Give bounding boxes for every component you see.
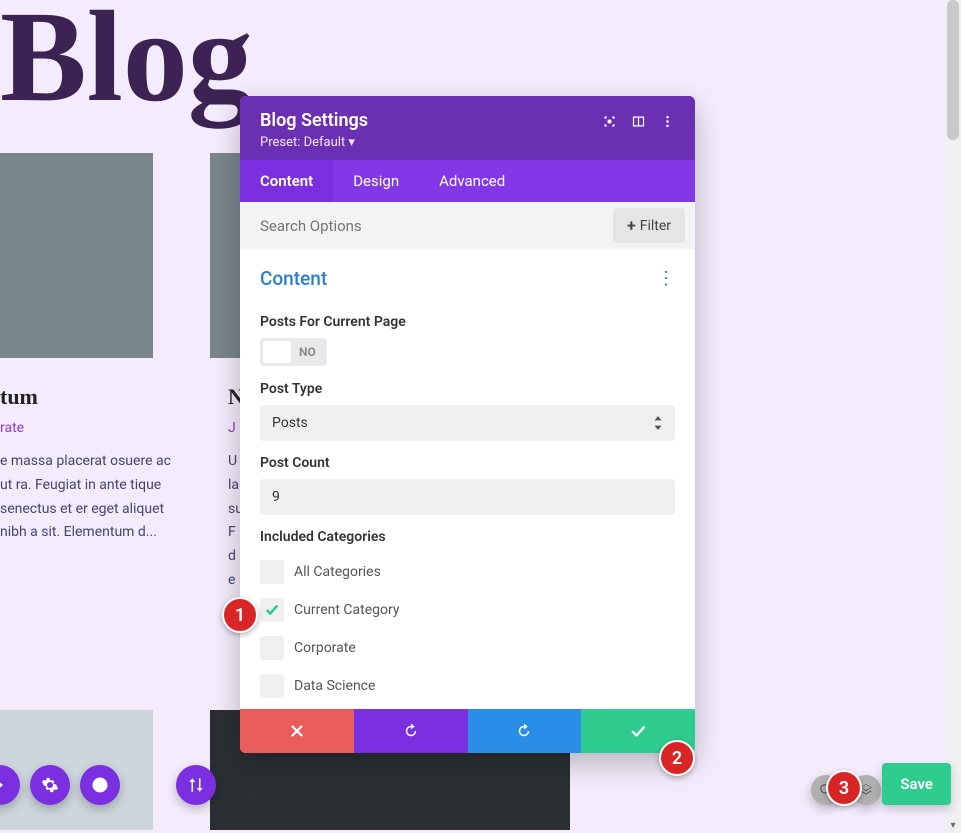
category-item[interactable]: Data Science	[260, 667, 675, 705]
checkbox[interactable]	[260, 560, 284, 584]
callout-1: 1	[222, 597, 258, 633]
more-icon[interactable]	[660, 114, 675, 129]
toggle-state: NO	[291, 345, 324, 359]
builder-sort-control	[176, 765, 216, 805]
checkbox-checked[interactable]	[260, 598, 284, 622]
plus-icon: +	[627, 216, 636, 235]
search-bar: + Filter	[240, 202, 695, 249]
toggle-posts-current-page[interactable]: NO	[260, 338, 327, 366]
post-card: tum rate e massa placerat osuere ac ut r…	[0, 384, 180, 545]
post-meta: rate	[0, 420, 180, 436]
filter-label: Filter	[640, 218, 671, 234]
callout-3: 3	[826, 770, 862, 806]
category-label: Corporate	[294, 640, 356, 656]
category-label: All Categories	[294, 564, 381, 580]
tab-advanced[interactable]: Advanced	[419, 160, 525, 202]
post-image	[210, 153, 240, 358]
input-value: 9	[272, 489, 280, 505]
select-value: Posts	[272, 415, 308, 431]
category-label: Data Science	[294, 678, 375, 694]
checkbox[interactable]	[260, 674, 284, 698]
settings-tabs: Content Design Advanced	[240, 160, 695, 202]
scroll-down-arrow[interactable]: ▾	[945, 817, 961, 833]
category-item[interactable]: Current Category	[260, 591, 675, 629]
panel-title: Blog Settings	[260, 110, 602, 131]
updown-icon	[653, 416, 663, 430]
category-label: Current Category	[294, 602, 399, 618]
section-menu-icon[interactable]: ⋮	[657, 268, 675, 289]
panel-actions	[240, 709, 695, 753]
category-item[interactable]: Education	[260, 705, 675, 709]
checkbox[interactable]	[260, 636, 284, 660]
category-item[interactable]: All Categories	[260, 553, 675, 591]
history-button[interactable]	[80, 765, 120, 805]
category-item[interactable]: Corporate	[260, 629, 675, 667]
filter-button[interactable]: + Filter	[613, 208, 685, 243]
input-post-count[interactable]: 9	[260, 479, 675, 515]
scroll-thumb[interactable]	[947, 0, 959, 140]
arrow-button[interactable]	[0, 765, 20, 805]
search-input[interactable]	[240, 203, 613, 249]
select-post-type[interactable]: Posts	[260, 405, 675, 441]
settings-button[interactable]	[30, 765, 70, 805]
post-image	[0, 153, 153, 358]
panel-header[interactable]: Blog Settings Preset: Default ▾	[240, 96, 695, 160]
field-label: Posts For Current Page	[260, 314, 675, 330]
field-label: Included Categories	[260, 529, 675, 545]
cancel-button[interactable]	[240, 709, 354, 753]
save-button[interactable]: Save	[882, 763, 951, 805]
page-scrollbar[interactable]: ▾	[945, 0, 961, 833]
page-title: Blog	[0, 0, 253, 132]
toggle-knob	[263, 341, 291, 363]
redo-button[interactable]	[468, 709, 582, 753]
settings-body: Content ⋮ Posts For Current Page NO Post…	[240, 249, 695, 709]
section-heading: Content	[260, 267, 327, 290]
post-excerpt: e massa placerat osuere ac ut ra. Feugia…	[0, 450, 180, 545]
field-label: Post Type	[260, 381, 675, 397]
field-label: Post Count	[260, 455, 675, 471]
blog-settings-panel: Blog Settings Preset: Default ▾ Content …	[240, 96, 695, 753]
undo-button[interactable]	[354, 709, 468, 753]
preset-selector[interactable]: Preset: Default ▾	[260, 135, 602, 150]
post-title: tum	[0, 384, 180, 410]
category-list: All Categories Current Category Corporat…	[260, 553, 675, 709]
callout-2: 2	[659, 740, 695, 776]
tab-design[interactable]: Design	[333, 160, 419, 202]
tab-content[interactable]: Content	[240, 160, 333, 202]
builder-controls-left	[0, 765, 120, 805]
expand-icon[interactable]	[631, 114, 646, 129]
snap-icon[interactable]	[602, 114, 617, 129]
sort-button[interactable]	[176, 765, 216, 805]
